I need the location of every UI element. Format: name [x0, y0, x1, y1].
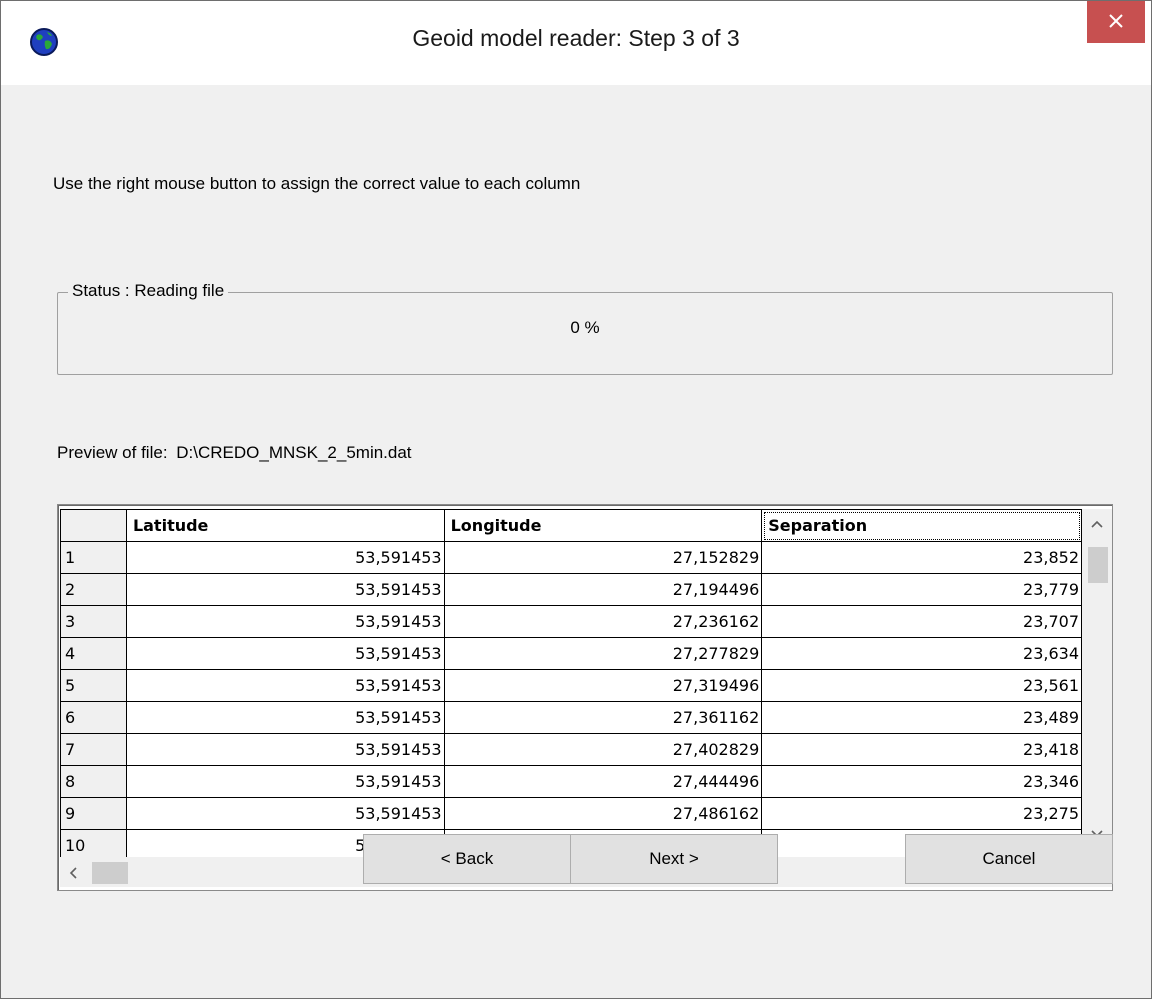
- next-button[interactable]: Next >: [570, 834, 778, 884]
- preview-grid[interactable]: Latitude Longitude Separation 1 53,591453…: [57, 504, 1113, 891]
- table-cell[interactable]: 27,277829: [443, 637, 763, 670]
- table-cell[interactable]: 27,486162: [443, 797, 763, 830]
- row-header-cell: 4: [60, 637, 127, 670]
- table-cell[interactable]: 27,236162: [443, 605, 763, 638]
- row-header-cell: 1: [60, 541, 127, 574]
- table-cell[interactable]: 23,489: [761, 701, 1082, 734]
- grid-viewport: Latitude Longitude Separation 1 53,591453…: [60, 509, 1082, 857]
- table-row[interactable]: 3 53,591453 27,236162 23,707: [60, 605, 1082, 638]
- row-header-cell: 6: [60, 701, 127, 734]
- status-label: Status : Reading file: [68, 281, 229, 301]
- table-cell[interactable]: 53,591453: [125, 573, 445, 606]
- table-row[interactable]: 4 53,591453 27,277829 23,634: [60, 637, 1082, 670]
- preview-table: Latitude Longitude Separation 1 53,591453…: [60, 509, 1082, 857]
- table-cell[interactable]: 23,418: [761, 733, 1082, 766]
- cancel-button[interactable]: Cancel: [905, 834, 1113, 884]
- table-cell[interactable]: 23,779: [761, 573, 1082, 606]
- header-row: Latitude Longitude Separation: [60, 509, 1082, 542]
- table-cell[interactable]: 27,194496: [443, 573, 763, 606]
- row-header-cell: 7: [60, 733, 127, 766]
- table-row[interactable]: 2 53,591453 27,194496 23,779: [60, 573, 1082, 606]
- row-header-cell: 3: [60, 605, 127, 638]
- table-cell[interactable]: 27,402829: [443, 733, 763, 766]
- table-cell[interactable]: 27,444496: [443, 765, 763, 798]
- table-row[interactable]: 5 53,591453 27,319496 23,561: [60, 669, 1082, 702]
- window-title: Geoid model reader: Step 3 of 3: [412, 25, 740, 51]
- table-cell[interactable]: 53,591453: [125, 669, 445, 702]
- table-row[interactable]: 8 53,591453 27,444496 23,346: [60, 765, 1082, 798]
- back-button[interactable]: < Back: [363, 834, 571, 884]
- dialog-body: Use the right mouse button to assign the…: [23, 85, 1129, 979]
- table-row[interactable]: 6 53,591453 27,361162 23,489: [60, 701, 1082, 734]
- dialog-window: Geoid model reader: Step 3 of 3 Use the …: [0, 0, 1152, 999]
- row-header-cell: 2: [60, 573, 127, 606]
- close-button[interactable]: [1087, 1, 1145, 43]
- table-row[interactable]: 9 53,591453 27,486162 23,275: [60, 797, 1082, 830]
- title-bar[interactable]: Geoid model reader: Step 3 of 3: [1, 1, 1151, 85]
- preview-file-path: D:\CREDO_MNSK_2_5min.dat: [176, 443, 412, 462]
- row-header-cell: 5: [60, 669, 127, 702]
- table-cell[interactable]: 23,707: [761, 605, 1082, 638]
- table-cell[interactable]: 27,361162: [443, 701, 763, 734]
- row-header-cell: 9: [60, 797, 127, 830]
- table-cell[interactable]: 27,152829: [443, 541, 763, 574]
- preview-label: Preview of file: D:\CREDO_MNSK_2_5min.da…: [57, 443, 412, 463]
- table-cell[interactable]: 23,275: [761, 797, 1082, 830]
- vertical-scrollbar[interactable]: [1082, 509, 1112, 857]
- table-cell[interactable]: 53,591453: [125, 797, 445, 830]
- table-cell[interactable]: 53,591453: [125, 765, 445, 798]
- scroll-left-icon[interactable]: [68, 866, 78, 880]
- column-header-longitude[interactable]: Longitude: [443, 509, 763, 542]
- table-cell[interactable]: 53,591453: [125, 605, 445, 638]
- instruction-text: Use the right mouse button to assign the…: [53, 174, 581, 193]
- close-icon: [1109, 14, 1123, 28]
- row-header-cell: 8: [60, 765, 127, 798]
- table-cell[interactable]: 23,346: [761, 765, 1082, 798]
- progress-text: 0 %: [570, 318, 600, 337]
- scroll-up-icon[interactable]: [1090, 519, 1104, 529]
- table-cell[interactable]: 53,591453: [125, 637, 445, 670]
- column-header-separation[interactable]: Separation: [761, 509, 1082, 542]
- preview-label-text: Preview of file:: [57, 443, 168, 462]
- row-header-cell: 10: [60, 829, 127, 857]
- table-cell[interactable]: 23,561: [761, 669, 1082, 702]
- table-cell[interactable]: 53,591453: [125, 733, 445, 766]
- table-cell[interactable]: 53,591453: [125, 701, 445, 734]
- table-cell[interactable]: 23,852: [761, 541, 1082, 574]
- horizontal-scroll-thumb[interactable]: [92, 862, 128, 884]
- column-header-latitude[interactable]: Latitude: [125, 509, 445, 542]
- status-groupbox: Status : Reading file 0 %: [57, 281, 1113, 375]
- table-row[interactable]: 7 53,591453 27,402829 23,418: [60, 733, 1082, 766]
- vertical-scroll-thumb[interactable]: [1088, 547, 1108, 583]
- table-cell[interactable]: 23,634: [761, 637, 1082, 670]
- table-cell[interactable]: 53,591453: [125, 541, 445, 574]
- table-cell[interactable]: 27,319496: [443, 669, 763, 702]
- corner-cell: [60, 509, 127, 542]
- table-row[interactable]: 1 53,591453 27,152829 23,852: [60, 541, 1082, 574]
